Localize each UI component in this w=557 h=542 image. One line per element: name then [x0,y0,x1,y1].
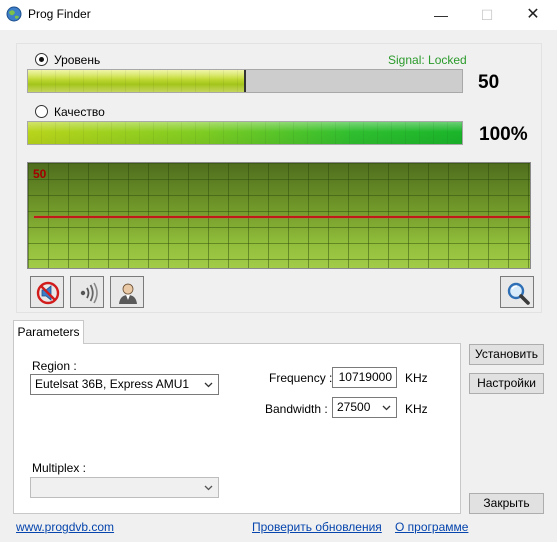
bandwidth-label: Bandwidth : [265,402,328,416]
level-value: 50 [478,72,500,93]
minimize-button[interactable]: — [418,0,464,30]
region-label: Region : [32,359,77,373]
region-value: Eutelsat 36B, Express AMU1 [35,377,190,391]
globe-icon [6,6,22,22]
bandwidth-select[interactable]: 27500 [332,397,397,418]
title-bar: Prog Finder — ☐ ✕ [0,0,557,30]
search-button[interactable] [500,276,534,308]
tab-parameters[interactable]: Parameters [13,320,84,344]
frequency-label: Frequency : [269,371,333,385]
user-button[interactable] [110,276,144,308]
multiplex-label: Multiplex : [32,461,87,475]
signal-graph: 50 [27,162,531,269]
quality-value: 100% [479,124,528,145]
signal-waves-icon [80,282,98,304]
close-button[interactable]: Закрыть [469,493,544,514]
close-window-button[interactable]: ✕ [510,0,556,30]
set-button[interactable]: Установить [469,344,544,365]
speaker-muted-icon [36,281,60,305]
maximize-button[interactable]: ☐ [464,0,510,30]
quality-radio[interactable] [35,105,48,118]
signal-status: Signal: Locked [388,53,467,67]
website-link[interactable]: www.progdvb.com [16,520,114,534]
region-select[interactable]: Eutelsat 36B, Express AMU1 [30,374,219,395]
frequency-unit: KHz [405,371,428,385]
multiplex-select[interactable] [30,477,219,498]
chevron-down-icon [382,405,391,411]
chevron-down-icon [204,382,213,388]
quality-bar [27,121,463,145]
sound-toggle-button[interactable] [30,276,64,308]
quality-bar-fill [28,122,462,144]
about-link[interactable]: О программе [395,520,468,534]
chevron-down-icon [204,485,213,491]
level-bar-marker [244,70,246,92]
magnifier-icon [507,282,530,305]
user-icon [119,283,137,304]
bandwidth-value: 27500 [337,400,371,414]
signal-sound-button[interactable] [70,276,104,308]
settings-button[interactable]: Настройки [469,373,544,394]
level-radio[interactable] [35,53,48,66]
window-title: Prog Finder [28,7,91,21]
bandwidth-unit: KHz [405,402,428,416]
level-bar [27,69,463,93]
graph-value-label: 50 [33,167,47,181]
graph-signal-line [34,216,530,218]
check-updates-link[interactable]: Проверить обновления [252,520,382,534]
level-label: Уровень [54,53,101,67]
frequency-input[interactable]: 10719000 [332,367,397,388]
level-bar-fill [28,70,245,92]
quality-label: Качество [54,105,105,119]
